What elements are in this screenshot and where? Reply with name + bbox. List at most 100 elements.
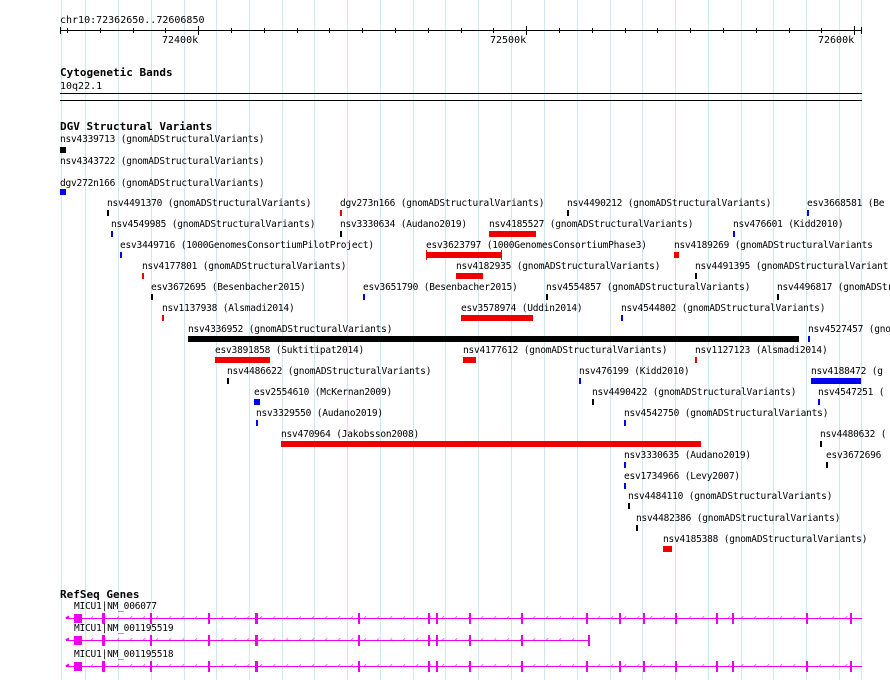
dgv-feature-label[interactable]: nsv4527457 (gnom: [808, 325, 890, 335]
dgv-feature-bar[interactable]: [579, 378, 581, 384]
dgv-feature-bar[interactable]: [489, 231, 536, 237]
dgv-feature-label[interactable]: dgv273n166 (gnomADStructuralVariants): [340, 199, 544, 209]
refseq-exon[interactable]: [806, 661, 808, 672]
refseq-transcript-label[interactable]: MICU1|NM_001195518: [74, 650, 174, 660]
dgv-feature-bar[interactable]: [461, 315, 533, 321]
dgv-feature-bar[interactable]: [215, 357, 270, 363]
refseq-exon[interactable]: [208, 661, 210, 672]
dgv-feature-bar[interactable]: [826, 462, 828, 468]
dgv-feature-bar[interactable]: [695, 357, 697, 363]
refseq-exon[interactable]: [436, 613, 438, 624]
dgv-feature-bar[interactable]: [592, 399, 594, 405]
dgv-feature-bar[interactable]: [254, 399, 260, 405]
dgv-feature-label[interactable]: esv3623797 (1000GenomesConsortiumPhase3): [426, 241, 647, 251]
dgv-feature-bar[interactable]: [142, 273, 144, 279]
dgv-feature-bar[interactable]: [546, 294, 548, 300]
refseq-exon[interactable]: [469, 661, 471, 672]
dgv-feature-label[interactable]: esv3578974 (Uddin2014): [461, 304, 583, 314]
dgv-feature-bar[interactable]: [340, 210, 342, 216]
dgv-feature-label[interactable]: nsv4491370 (gnomADStructuralVariants): [107, 199, 311, 209]
dgv-feature-bar[interactable]: [663, 546, 672, 552]
dgv-feature-label[interactable]: nsv476601 (Kidd2010): [733, 220, 844, 230]
dgv-feature-bar[interactable]: [227, 378, 229, 384]
refseq-exon[interactable]: [208, 613, 210, 624]
refseq-exon[interactable]: [619, 613, 621, 624]
dgv-feature-bar[interactable]: [674, 252, 679, 258]
refseq-exon[interactable]: [586, 661, 588, 672]
dgv-feature-label[interactable]: nsv4339713 (gnomADStructuralVariants): [60, 135, 264, 145]
dgv-feature-label[interactable]: nsv4185527 (gnomADStructuralVariants): [489, 220, 693, 230]
dgv-feature-bar[interactable]: [60, 147, 66, 153]
dgv-feature-bar[interactable]: [281, 441, 701, 447]
refseq-exon[interactable]: [428, 635, 430, 646]
refseq-exon[interactable]: [732, 661, 734, 672]
refseq-exon[interactable]: [469, 635, 471, 646]
refseq-exon[interactable]: [716, 661, 718, 672]
dgv-feature-label[interactable]: esv3891858 (Suktitipat2014): [215, 346, 364, 356]
dgv-feature-bar[interactable]: [811, 378, 861, 384]
dgv-feature-label[interactable]: nsv1127123 (Alsmadi2014): [695, 346, 828, 356]
dgv-feature-label[interactable]: nsv4491395 (gnomADStructuralVariant: [695, 262, 888, 272]
refseq-exon[interactable]: [521, 613, 523, 624]
refseq-exon[interactable]: [358, 635, 360, 646]
dgv-feature-label[interactable]: nsv4554857 (gnomADStructuralVariants): [546, 283, 750, 293]
refseq-exon[interactable]: [208, 635, 210, 646]
dgv-feature-bar[interactable]: [162, 315, 164, 321]
dgv-feature-label[interactable]: nsv4480632 (: [820, 430, 886, 440]
dgv-feature-label[interactable]: nsv4482386 (gnomADStructuralVariants): [636, 514, 840, 524]
refseq-exon[interactable]: [255, 613, 258, 624]
refseq-exon[interactable]: [850, 613, 852, 624]
refseq-exon[interactable]: [619, 661, 621, 672]
dgv-feature-label[interactable]: nsv4185388 (gnomADStructuralVariants): [663, 535, 867, 545]
cytoband-label[interactable]: 10q22.1: [60, 82, 102, 92]
dgv-feature-bar[interactable]: [456, 273, 483, 279]
refseq-exon[interactable]: [428, 613, 430, 624]
refseq-exon[interactable]: [850, 661, 852, 672]
refseq-exon[interactable]: [469, 613, 471, 624]
dgv-feature-label[interactable]: nsv470964 (Jakobsson2008): [281, 430, 419, 440]
dgv-feature-bar[interactable]: [60, 189, 66, 195]
dgv-feature-label[interactable]: nsv3329550 (Audano2019): [256, 409, 383, 419]
dgv-feature-label[interactable]: nsv3330635 (Audano2019): [624, 451, 751, 461]
dgv-feature-label[interactable]: nsv4188472 (g: [811, 367, 883, 377]
dgv-feature-label[interactable]: esv3672695 (Besenbacher2015): [151, 283, 306, 293]
dgv-feature-label[interactable]: nsv4490212 (gnomADStructuralVariants): [567, 199, 771, 209]
cytoband-bar-bottom[interactable]: [60, 100, 862, 101]
dgv-feature-bar[interactable]: [621, 315, 623, 321]
dgv-feature-label[interactable]: nsv4189269 (gnomADStructuralVariants: [674, 241, 873, 251]
refseq-exon[interactable]: [588, 635, 590, 646]
dgv-feature-label[interactable]: nsv4490422 (gnomADStructuralVariants): [592, 388, 796, 398]
dgv-feature-label[interactable]: esv3668581 (Be: [807, 199, 884, 209]
dgv-feature-label[interactable]: nsv4177612 (gnomADStructuralVariants): [463, 346, 667, 356]
dgv-feature-label[interactable]: nsv1137938 (Alsmadi2014): [162, 304, 295, 314]
refseq-exon[interactable]: [358, 613, 360, 624]
refseq-exon[interactable]: [428, 661, 430, 672]
dgv-feature-label[interactable]: nsv3330634 (Audano2019): [340, 220, 467, 230]
dgv-feature-label[interactable]: nsv4343722 (gnomADStructuralVariants): [60, 157, 264, 167]
dgv-feature-bar[interactable]: [624, 483, 626, 489]
refseq-exon[interactable]: [586, 613, 588, 624]
dgv-feature-bar[interactable]: [107, 210, 109, 216]
refseq-exon[interactable]: [521, 635, 523, 646]
dgv-feature-bar[interactable]: [363, 294, 365, 300]
dgv-feature-label[interactable]: esv3449716 (1000GenomesConsortiumPilotPr…: [120, 241, 374, 251]
dgv-feature-label[interactable]: nsv4549985 (gnomADStructuralVariants): [111, 220, 315, 230]
dgv-feature-label[interactable]: esv3651790 (Besenbacher2015): [363, 283, 518, 293]
refseq-exon[interactable]: [436, 661, 438, 672]
dgv-feature-bar[interactable]: [808, 336, 810, 342]
dgv-feature-bar[interactable]: [567, 210, 569, 216]
dgv-feature-bar[interactable]: [695, 273, 697, 279]
dgv-feature-bar[interactable]: [151, 294, 153, 300]
dgv-feature-bar[interactable]: [628, 503, 630, 509]
refseq-transcript-label[interactable]: MICU1|NM_006077: [74, 602, 157, 612]
dgv-feature-label[interactable]: nsv4336952 (gnomADStructuralVariants): [188, 325, 392, 335]
dgv-feature-label[interactable]: nsv4486622 (gnomADStructuralVariants): [227, 367, 431, 377]
refseq-exon[interactable]: [436, 635, 438, 646]
dgv-feature-bar[interactable]: [463, 357, 476, 363]
dgv-feature-bar[interactable]: [777, 294, 779, 300]
dgv-feature-label[interactable]: esv2554610 (McKernan2009): [254, 388, 392, 398]
dgv-feature-label[interactable]: nsv476199 (Kidd2010): [579, 367, 690, 377]
refseq-exon[interactable]: [102, 661, 105, 672]
dgv-feature-label[interactable]: nsv4177801 (gnomADStructuralVariants): [142, 262, 346, 272]
dgv-feature-bar[interactable]: [733, 231, 735, 237]
